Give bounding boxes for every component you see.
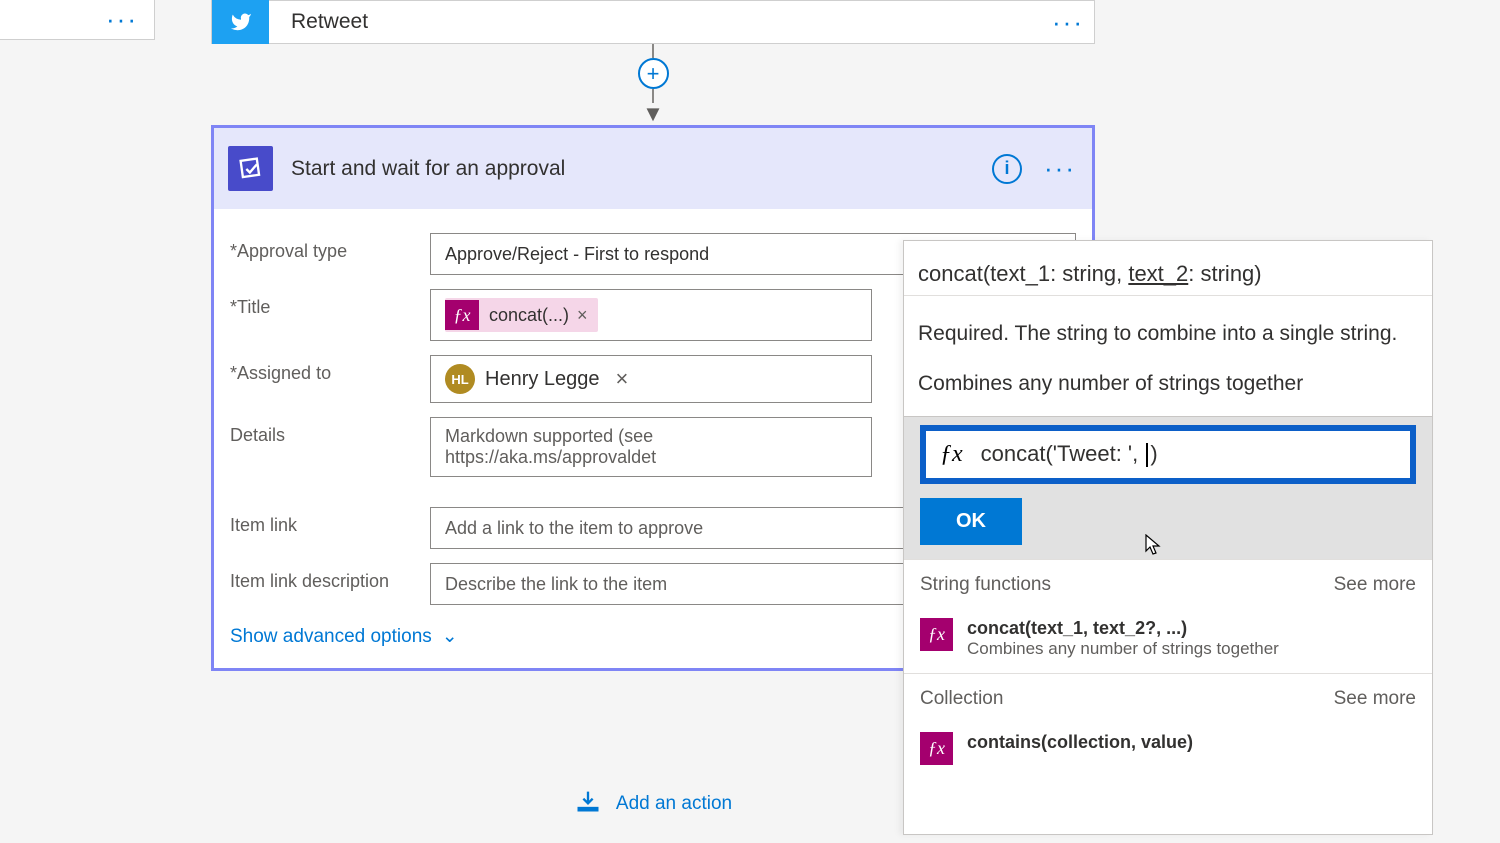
fx-icon: ƒx <box>445 300 479 330</box>
ok-button[interactable]: OK <box>920 498 1022 545</box>
previous-card-more-icon[interactable]: ··· <box>106 4 138 35</box>
see-more-link[interactable]: See more <box>1334 688 1416 710</box>
item-link-placeholder: Add a link to the item to approve <box>445 518 703 539</box>
expression-text: concat('Tweet: ', ) <box>981 441 1158 467</box>
details-input[interactable]: Markdown supported (see https://aka.ms/a… <box>430 417 872 477</box>
function-item-concat[interactable]: ƒx concat(text_1, text_2?, ...) Combines… <box>904 610 1432 673</box>
fx-icon: ƒx <box>940 441 963 468</box>
category-header-collection[interactable]: Collection See more <box>904 673 1432 724</box>
expression-ok-row: OK <box>904 484 1432 559</box>
token-label: concat(...) <box>489 305 569 326</box>
remove-person-icon[interactable]: × <box>616 366 629 392</box>
retweet-more-icon[interactable]: ··· <box>1052 7 1084 38</box>
expression-input[interactable]: ƒx concat('Tweet: ', ) <box>920 425 1416 484</box>
expression-signature: concat(text_1: string, text_2: string) <box>904 241 1432 296</box>
expression-panel: concat(text_1: string, text_2: string) R… <box>903 240 1433 835</box>
chevron-down-icon: ⌄ <box>442 625 458 648</box>
expression-required-text: Required. The string to combine into a s… <box>904 296 1432 372</box>
approval-type-value: Approve/Reject - First to respond <box>445 244 709 265</box>
add-action-label: Add an action <box>616 793 732 815</box>
function-desc: Combines any number of strings together <box>967 639 1279 659</box>
show-advanced-toggle[interactable]: Show advanced options ⌄ <box>230 625 458 648</box>
label-approval-type: *Approval type <box>230 233 430 262</box>
info-icon[interactable]: i <box>992 154 1022 184</box>
fx-icon: ƒx <box>920 732 953 765</box>
person-token[interactable]: HL Henry Legge × <box>445 364 628 394</box>
action-card-retweet[interactable]: Retweet ··· <box>211 0 1095 44</box>
label-assigned-to: *Assigned to <box>230 355 430 384</box>
expression-token[interactable]: ƒx concat(...) × <box>445 298 598 332</box>
label-item-link: Item link <box>230 507 430 536</box>
person-name: Henry Legge <box>485 368 600 391</box>
see-more-link[interactable]: See more <box>1334 574 1416 596</box>
label-title: *Title <box>230 289 430 318</box>
avatar: HL <box>445 364 475 394</box>
previous-card-fragment: ··· <box>0 0 155 40</box>
function-name: contains(collection, value) <box>967 732 1193 753</box>
assigned-to-input[interactable]: HL Henry Legge × <box>430 355 872 403</box>
function-name: concat(text_1, text_2?, ...) <box>967 618 1279 639</box>
retweet-title: Retweet <box>291 10 1052 34</box>
approval-title: Start and wait for an approval <box>291 157 974 181</box>
text-caret <box>1146 443 1148 467</box>
twitter-icon <box>212 0 269 44</box>
function-item-contains[interactable]: ƒx contains(collection, value) <box>904 724 1432 779</box>
remove-token-icon[interactable]: × <box>577 305 588 326</box>
connector: + ▼ <box>211 44 1095 125</box>
category-header-string[interactable]: String functions See more <box>904 559 1432 610</box>
expression-description: Combines any number of strings together <box>904 372 1432 416</box>
details-placeholder: Markdown supported (see https://aka.ms/a… <box>445 426 857 468</box>
add-action-icon <box>574 787 602 821</box>
approval-icon <box>228 146 273 191</box>
insert-step-button[interactable]: + <box>638 58 669 89</box>
show-advanced-label: Show advanced options <box>230 626 432 648</box>
fx-icon: ƒx <box>920 618 953 651</box>
item-link-desc-placeholder: Describe the link to the item <box>445 574 667 595</box>
approval-header[interactable]: Start and wait for an approval i ··· <box>214 128 1092 209</box>
expression-input-bar: ƒx concat('Tweet: ', ) <box>904 416 1432 484</box>
category-label: String functions <box>920 574 1051 596</box>
arrow-down-icon: ▼ <box>642 103 664 125</box>
approval-more-icon[interactable]: ··· <box>1040 153 1080 184</box>
connector-line-icon <box>652 44 654 58</box>
label-details: Details <box>230 417 430 446</box>
title-input[interactable]: ƒx concat(...) × <box>430 289 872 341</box>
category-label: Collection <box>920 688 1003 710</box>
label-item-link-desc: Item link description <box>230 563 430 592</box>
